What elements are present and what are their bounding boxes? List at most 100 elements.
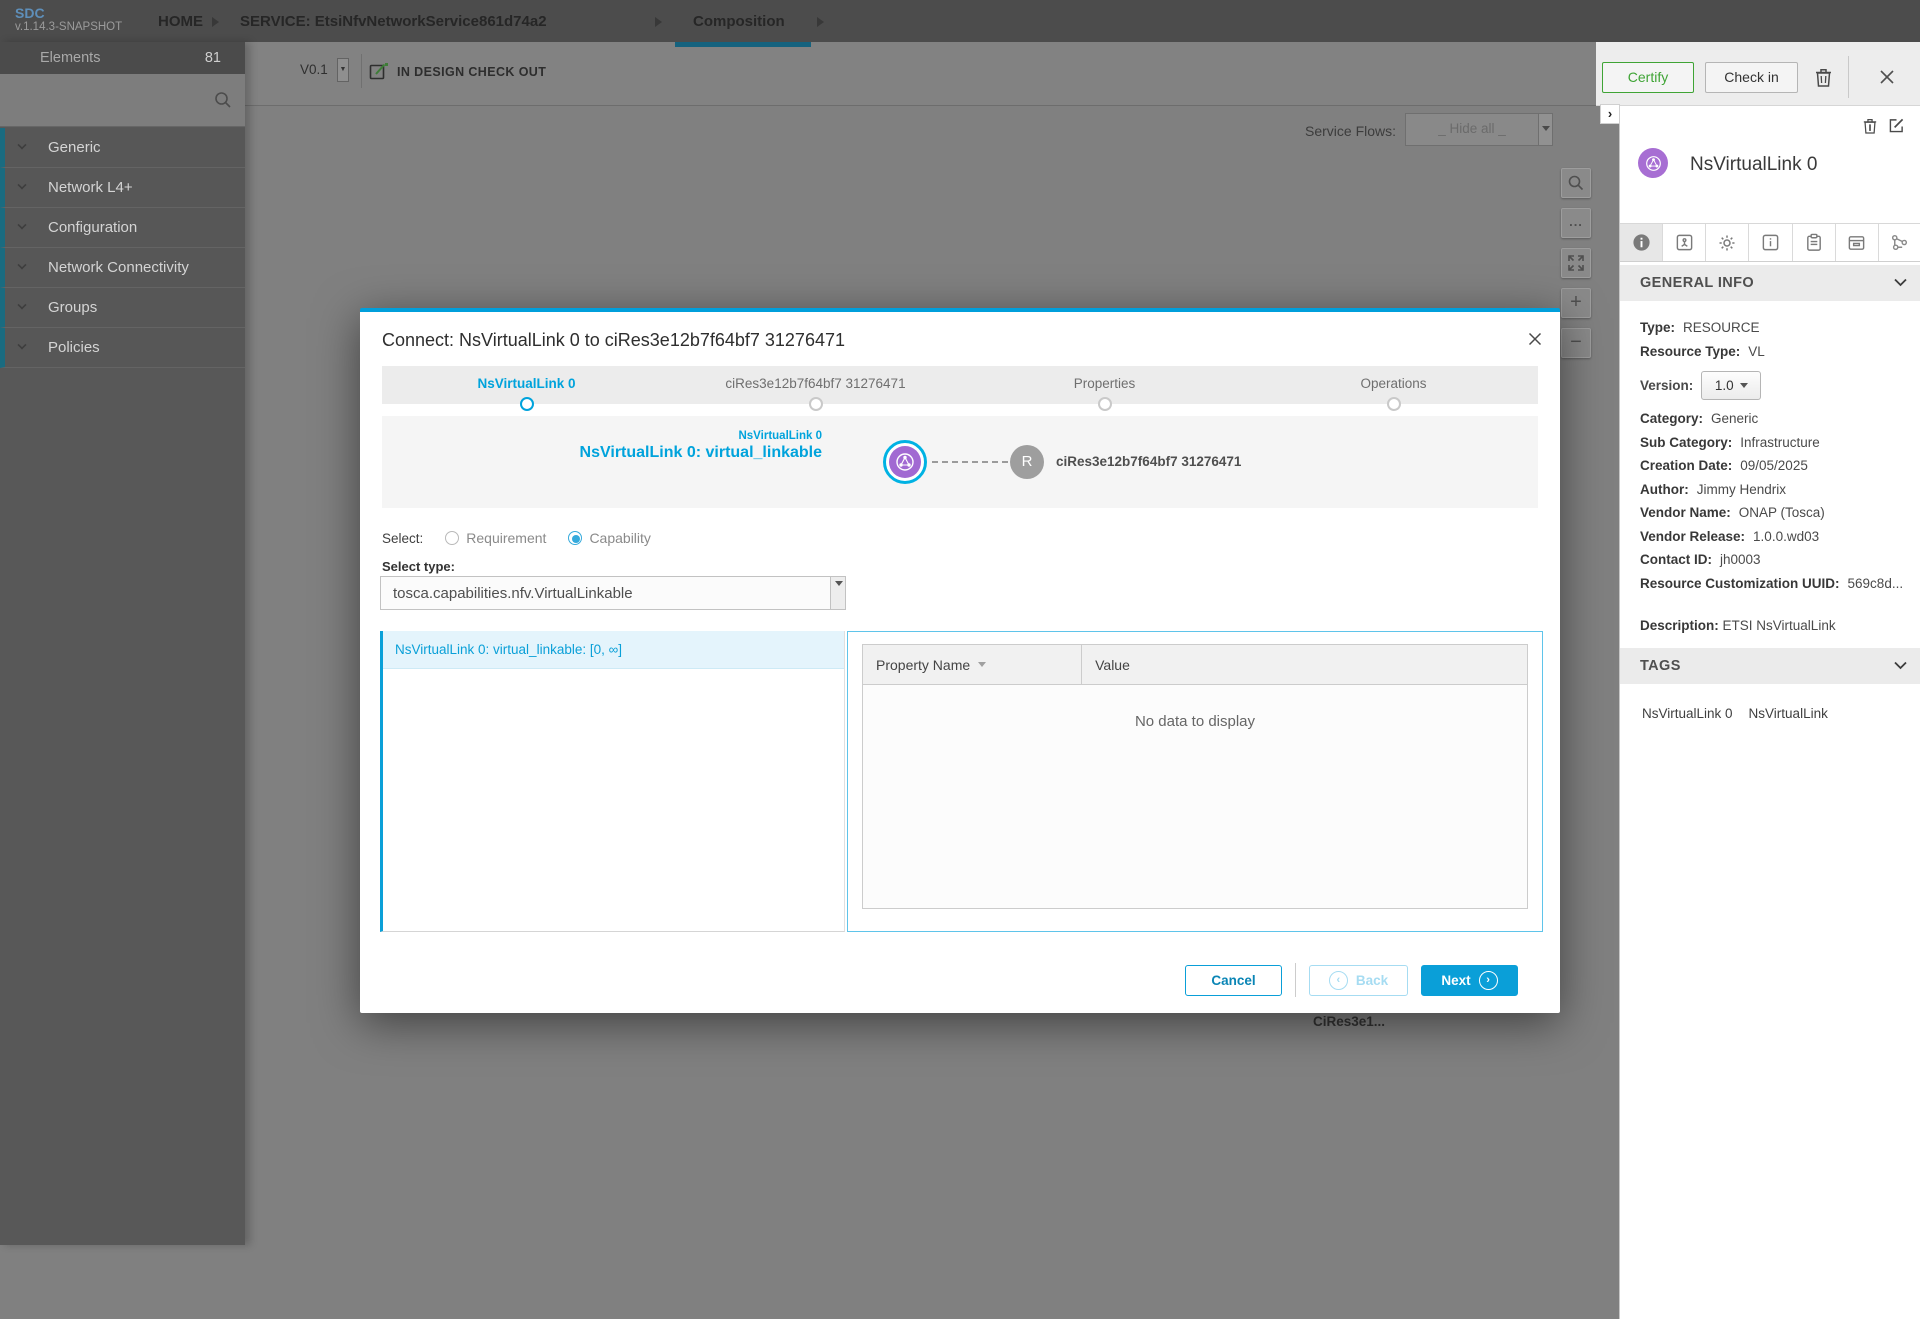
- wizard-step-properties[interactable]: Properties: [960, 366, 1249, 404]
- sidebar-item-configuration[interactable]: Configuration: [0, 208, 245, 248]
- field-vendor-name: Vendor Name:ONAP (Tosca): [1640, 501, 1910, 525]
- chevron-right-icon: [212, 17, 219, 27]
- canvas-more-button[interactable]: ...: [1561, 208, 1591, 238]
- target-node: R: [1010, 445, 1044, 479]
- wizard-steps: NsVirtualLink 0 ciRes3e12b7f64bf7 312764…: [382, 366, 1538, 404]
- canvas-search-button[interactable]: [1561, 168, 1591, 198]
- breadcrumb-service[interactable]: SERVICE: EtsiNfvNetworkService861d74a2: [240, 13, 547, 30]
- canvas-fit-screen-button[interactable]: [1561, 248, 1591, 278]
- tab-composition-structure[interactable]: [1879, 224, 1920, 261]
- delete-service-icon[interactable]: [1815, 68, 1832, 87]
- wizard-step-target[interactable]: ciRes3e12b7f64bf7 31276471: [671, 366, 960, 404]
- service-flows-label: Service Flows:: [1305, 123, 1396, 139]
- sidebar-item-policies[interactable]: Policies: [0, 328, 245, 368]
- element-categories: Generic Network L4+ Configuration Networ…: [0, 128, 245, 368]
- service-flows-select[interactable]: _ Hide all _: [1405, 113, 1553, 146]
- tags-list: NsVirtualLink 0 NsVirtualLink: [1642, 706, 1828, 721]
- general-info-fields: Type:RESOURCE Resource Type:VL Version: …: [1640, 316, 1910, 595]
- toolbar-actions: Certify Check in: [1596, 42, 1920, 106]
- requirement-radio[interactable]: Requirement: [445, 530, 546, 546]
- top-header: SDC v.1.14.3-SNAPSHOT HOME SERVICE: Etsi…: [0, 0, 1920, 42]
- select-row: Select: Requirement Capability: [382, 530, 651, 546]
- panel-tabs: [1620, 223, 1920, 262]
- step-indicator: [809, 397, 823, 411]
- capability-radio[interactable]: Capability: [568, 530, 650, 546]
- arrow-left-icon: ‹: [1329, 971, 1348, 990]
- capability-list: NsVirtualLink 0: virtual_linkable: [0, ∞…: [380, 631, 845, 932]
- sidebar-item-generic[interactable]: Generic: [0, 128, 245, 168]
- active-tab-underline: [675, 42, 811, 47]
- version-dropdown[interactable]: ▼: [337, 58, 349, 82]
- sidebar-item-network-connectivity[interactable]: Network Connectivity: [0, 248, 245, 288]
- check-in-button[interactable]: Check in: [1705, 62, 1798, 93]
- component-details-panel: NsVirtualLink 0: [1619, 106, 1920, 1319]
- field-creation-date: Creation Date:09/05/2025: [1640, 454, 1910, 478]
- chevron-down-icon: [17, 140, 26, 149]
- tab-properties[interactable]: [1706, 224, 1749, 261]
- lifecycle-status-label: IN DESIGN CHECK OUT: [397, 65, 546, 79]
- tab-general-info[interactable]: [1620, 224, 1663, 261]
- canvas-node-label: CiRes3e1...: [1313, 1014, 1385, 1029]
- source-capability-name: NsVirtualLink 0: virtual_linkable: [382, 444, 822, 462]
- sdc-logo[interactable]: SDC v.1.14.3-SNAPSHOT: [15, 6, 122, 34]
- panel-collapse-button[interactable]: ›: [1600, 104, 1620, 124]
- search-icon: [214, 91, 232, 109]
- sdc-logo-text: SDC: [15, 6, 122, 21]
- delete-component-icon[interactable]: [1863, 118, 1877, 134]
- zoom-out-button[interactable]: −: [1561, 328, 1591, 358]
- radio-icon: [568, 531, 582, 545]
- close-icon[interactable]: [1528, 332, 1542, 346]
- certify-button[interactable]: Certify: [1602, 62, 1694, 93]
- close-workspace-icon[interactable]: [1879, 69, 1895, 85]
- tag-item: NsVirtualLink 0: [1642, 706, 1733, 721]
- sidebar-item-groups[interactable]: Groups: [0, 288, 245, 328]
- next-button[interactable]: Next ›: [1421, 965, 1518, 996]
- component-version-dropdown[interactable]: 1.0: [1701, 371, 1761, 400]
- chevron-down-icon: [1894, 661, 1907, 670]
- toolbar-divider: [1848, 56, 1849, 98]
- virtual-link-icon: [1645, 155, 1662, 172]
- fullscreen-icon: [1568, 255, 1584, 271]
- zoom-in-button[interactable]: +: [1561, 288, 1591, 318]
- elements-header: Elements 81: [0, 42, 245, 74]
- info-square-icon: [1761, 233, 1780, 252]
- step-indicator: [1098, 397, 1112, 411]
- general-info-section-header[interactable]: GENERAL INFO: [1620, 265, 1920, 301]
- tab-inputs[interactable]: [1793, 224, 1836, 261]
- connection-dashed-line: [932, 461, 1008, 463]
- cancel-button[interactable]: Cancel: [1185, 965, 1282, 996]
- column-value[interactable]: Value: [1082, 645, 1527, 684]
- capability-type-select[interactable]: tosca.capabilities.nfv.VirtualLinkable: [380, 576, 846, 610]
- field-category: Category:Generic: [1640, 407, 1910, 431]
- chevron-down-icon: [1894, 278, 1907, 287]
- sidebar-item-network-l4[interactable]: Network L4+: [0, 168, 245, 208]
- back-button[interactable]: ‹ Back: [1309, 965, 1408, 996]
- wizard-step-source[interactable]: NsVirtualLink 0: [382, 366, 671, 404]
- tab-deployment-artifacts[interactable]: [1663, 224, 1706, 261]
- wizard-step-operations[interactable]: Operations: [1249, 366, 1538, 404]
- properties-table: Property Name Value No data to display: [862, 644, 1528, 909]
- checkout-pencil-icon: [369, 62, 389, 82]
- select-label: Select:: [382, 531, 423, 546]
- step-indicator: [1387, 397, 1401, 411]
- connect-wizard-modal: Connect: NsVirtualLink 0 to ciRes3e12b7f…: [360, 308, 1560, 1013]
- toolbar-divider: [361, 54, 362, 88]
- tab-information-artifacts[interactable]: [1749, 224, 1792, 261]
- tab-requirements-capabilities[interactable]: [1836, 224, 1879, 261]
- radio-icon: [445, 531, 459, 545]
- tags-section-header[interactable]: TAGS: [1620, 648, 1920, 684]
- chevron-down-icon: [17, 180, 26, 189]
- chevron-down-icon: [17, 340, 26, 349]
- capability-list-item[interactable]: NsVirtualLink 0: virtual_linkable: [0, ∞…: [383, 631, 844, 669]
- edit-component-icon[interactable]: [1889, 118, 1904, 133]
- field-resource-type: Resource Type:VL: [1640, 340, 1910, 364]
- gear-icon: [1717, 233, 1737, 253]
- column-property-name[interactable]: Property Name: [863, 645, 1082, 684]
- breadcrumb-composition[interactable]: Composition: [693, 13, 785, 30]
- sdc-version-text: v.1.14.3-SNAPSHOT: [15, 21, 122, 34]
- breadcrumb-home[interactable]: HOME: [158, 13, 203, 30]
- sidebar-search-input[interactable]: [0, 74, 245, 127]
- field-contact-id: Contact ID:jh0003: [1640, 548, 1910, 572]
- field-sub-category: Sub Category:Infrastructure: [1640, 431, 1910, 455]
- target-node-name: ciRes3e12b7f64bf7 31276471: [1056, 454, 1241, 469]
